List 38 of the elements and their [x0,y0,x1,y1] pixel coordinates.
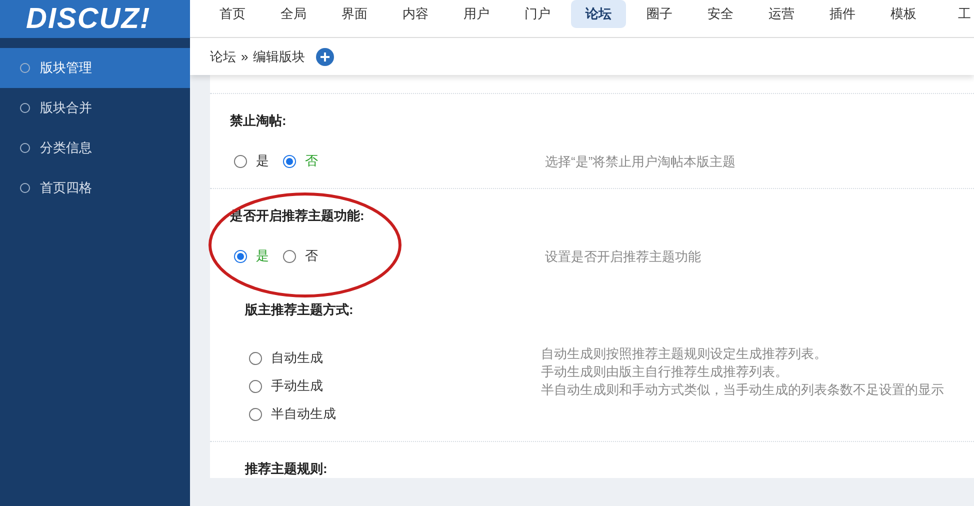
radio-option[interactable]: 半自动生成 [249,405,541,423]
nav-tab[interactable]: 安全 [696,0,745,28]
nav-tab[interactable]: 运营 [757,0,806,28]
circle-icon [20,183,30,193]
nav-tab[interactable]: 模板 [879,0,928,28]
sidebar-item[interactable]: 版块管理 [0,48,190,88]
sidebar-item[interactable]: 版块合并 [0,88,190,128]
description-text: 设置是否开启推荐主题功能 [545,248,702,266]
description-text: 半自动生成则和手动方式类似，当手动生成的列表条数不足设置的显示 [541,381,945,399]
nav-tab[interactable]: 插件 [818,0,867,28]
description-text: 选择“是”将禁止用户淘帖本版主题 [545,153,737,171]
nav-tab[interactable]: 界面 [330,0,379,28]
nav-tab[interactable]: 工 [940,0,974,28]
nav-tab[interactable]: 门户 [513,0,562,28]
circle-icon [20,103,30,113]
radio-option[interactable]: 否 [283,246,318,266]
breadcrumb-item[interactable]: 论坛 [210,48,236,66]
circle-icon [20,63,30,73]
radio-option[interactable]: 是 [234,151,269,171]
breadcrumb-item: 编辑版块 [253,48,306,66]
nav-tab[interactable]: 圈子 [635,0,684,28]
sidebar-item[interactable]: 分类信息 [0,128,190,168]
radio-option[interactable]: 手动生成 [249,377,541,395]
nav-tab[interactable]: 首页 [208,0,257,28]
circle-icon [20,143,30,153]
radio-option[interactable]: 自动生成 [249,349,541,367]
breadcrumb-separator: » [241,49,248,64]
setting-title: 禁止淘帖: [230,112,288,130]
sidebar-item[interactable]: 首页四格 [0,168,190,208]
description-text: 自动生成则按照推荐主题规则设定生成推荐列表。 [541,345,828,363]
nav-tab[interactable]: 全局 [269,0,318,28]
setting-title: 版主推荐主题方式: [245,301,354,319]
nav-tab[interactable]: 用户 [452,0,501,28]
description-text: 手动生成则由版主自行推荐生成推荐列表。 [541,363,789,381]
add-icon[interactable] [316,48,334,66]
nav-tab[interactable]: 论坛 [571,0,626,28]
nav-tab[interactable]: 内容 [391,0,440,28]
setting-title: 推荐主题规则: [245,460,328,478]
